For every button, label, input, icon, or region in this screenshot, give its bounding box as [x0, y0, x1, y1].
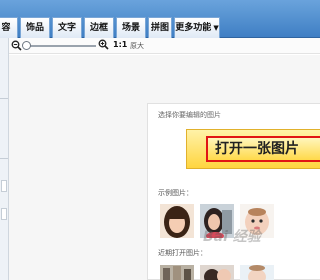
panel-tool[interactable]	[1, 180, 7, 192]
tab-label: 场景	[121, 23, 140, 33]
photo-icon	[240, 265, 274, 280]
tab-accessories[interactable]: 饰品	[20, 17, 50, 38]
tab-text[interactable]: 文字	[52, 17, 82, 38]
open-prompt: 选择你要编辑的图片	[158, 111, 221, 119]
tab-label: 更多功能	[175, 23, 212, 33]
zoom-in-icon[interactable]	[98, 39, 109, 50]
tab-label: 饰品	[25, 23, 44, 33]
left-panel	[0, 38, 9, 280]
tab-scenes[interactable]: 场景	[116, 17, 146, 38]
original-size-label[interactable]: 原大	[130, 41, 144, 51]
tab-frames[interactable]: 边框	[84, 17, 114, 38]
tab-bar: 容 饰品 文字 边框 场景 拼图 更多功能 ▼	[0, 0, 320, 38]
portrait-photo-icon	[160, 204, 194, 238]
zoom-slider-handle[interactable]	[22, 41, 31, 50]
photo-icon	[200, 265, 234, 280]
tab-label: 容	[1, 23, 11, 33]
recent-image[interactable]	[240, 265, 274, 280]
tab-more-features[interactable]: 更多功能 ▼	[174, 17, 220, 38]
panel-tool[interactable]	[1, 208, 7, 220]
recent-title: 近期打开图片：	[158, 249, 207, 257]
divider	[0, 158, 8, 159]
chevron-down-icon: ▼	[213, 24, 219, 32]
zoom-toolbar: 1:1 原大	[9, 38, 320, 54]
samples-title: 示例图片：	[158, 189, 193, 197]
tab-label: 边框	[89, 23, 108, 33]
zoom-slider[interactable]	[26, 45, 96, 47]
tab-label: 文字	[57, 23, 76, 33]
recent-image[interactable]	[200, 265, 234, 280]
open-image-button[interactable]: 打开一张图片	[206, 136, 320, 162]
sample-image[interactable]	[160, 204, 194, 238]
photo-icon	[160, 265, 194, 280]
zoom-out-icon[interactable]	[11, 40, 22, 51]
divider	[0, 98, 8, 99]
open-image-panel: 选择你要编辑的图片 打开一张图片 示例图片： 近期打开图片：	[147, 103, 320, 280]
tab-beauty[interactable]: 容	[0, 17, 18, 38]
actual-size-button[interactable]: 1:1	[113, 40, 127, 49]
tab-collage[interactable]: 拼图	[148, 17, 172, 38]
recent-image[interactable]	[160, 265, 194, 280]
tab-label: 拼图	[150, 23, 169, 33]
watermark: Bai 经验	[203, 229, 261, 245]
